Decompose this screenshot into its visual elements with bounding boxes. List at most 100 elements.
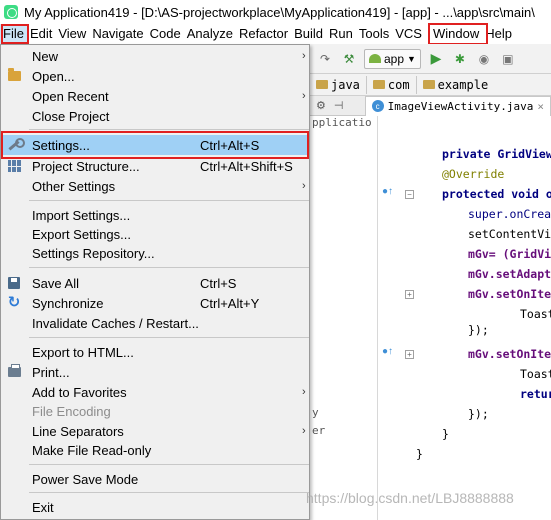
code-editor[interactable]: private GridView @Override protected voi… <box>416 116 551 520</box>
run-icon[interactable]: ▶ <box>427 50 445 68</box>
fold-icon[interactable]: + <box>405 290 414 299</box>
breadcrumb-label: example <box>437 77 489 92</box>
menu-item-new[interactable]: New › <box>1 46 309 66</box>
breadcrumb-label: java <box>331 77 360 92</box>
menu-item-save-all[interactable]: Save All Ctrl+S <box>1 273 309 293</box>
menu-item-label: Add to Favorites <box>32 384 127 400</box>
run-config-select[interactable]: app ▼ <box>364 48 421 69</box>
editor-gutter: ●↑ − + ●↑ + <box>378 116 416 520</box>
menu-item-label: Other Settings <box>32 178 116 194</box>
submenu-arrow-icon: › <box>302 425 306 437</box>
code-line: mGv.setAdapte <box>468 267 551 281</box>
profile-icon[interactable]: ◉ <box>475 50 493 68</box>
menu-item-settings-repository[interactable]: Settings Repository... <box>1 243 309 263</box>
menu-item-line-separators[interactable]: Line Separators › <box>1 421 309 441</box>
breadcrumb-example[interactable]: example <box>417 76 495 94</box>
chevron-down-icon: ▼ <box>407 53 416 64</box>
menu-item-label: Close Project <box>32 108 110 124</box>
menu-bar: File Edit View Navigate Code Analyze Ref… <box>0 24 551 44</box>
menu-item-close-project[interactable]: Close Project <box>1 106 309 126</box>
package-icon <box>372 80 385 89</box>
fold-icon[interactable]: + <box>405 350 414 359</box>
menu-file[interactable]: File <box>0 24 27 44</box>
menu-item-label: New <box>32 48 59 64</box>
menu-item-shortcut: Ctrl+Alt+S <box>200 137 260 153</box>
menu-help[interactable]: Help <box>482 24 515 44</box>
debug-icon[interactable]: ✱ <box>451 50 469 68</box>
code-line: }); <box>468 407 489 421</box>
menu-navigate[interactable]: Navigate <box>89 24 146 44</box>
title-bar: My Application419 - [D:\AS-projectworkpl… <box>0 0 551 24</box>
project-tree-item[interactable]: y <box>312 406 319 419</box>
menu-item-settings[interactable]: Settings... Ctrl+Alt+S <box>1 135 309 155</box>
menu-separator <box>29 492 309 493</box>
menu-tools[interactable]: Tools <box>356 24 392 44</box>
menu-item-label: Line Separators <box>32 423 124 439</box>
sync-icon: ↻ <box>7 294 21 311</box>
menu-separator <box>29 267 309 268</box>
submenu-arrow-icon: › <box>302 50 306 62</box>
submenu-arrow-icon: › <box>302 180 306 192</box>
editor-tab-label: ImageViewActivity.java <box>387 99 534 113</box>
menu-item-make-read-only[interactable]: Make File Read-only <box>1 440 309 460</box>
menu-item-project-structure[interactable]: Project Structure... Ctrl+Alt+Shift+S <box>1 156 309 176</box>
code-line: } <box>416 447 423 461</box>
run-config-label: app <box>384 51 405 66</box>
submenu-arrow-icon: › <box>302 386 306 398</box>
code-line: }); <box>468 323 489 337</box>
code-line: mGv.setOnItem <box>468 347 551 361</box>
redo-icon[interactable]: ↷ <box>316 50 334 68</box>
settings-gear-icon[interactable]: ⚙ <box>316 99 326 112</box>
menu-separator <box>29 129 309 130</box>
window-title: My Application419 - [D:\AS-projectworkpl… <box>24 4 535 20</box>
code-line: Toast <box>520 367 551 381</box>
breadcrumb-com[interactable]: com <box>367 75 417 94</box>
menu-vcs[interactable]: VCS <box>392 24 430 44</box>
menu-refactor[interactable]: Refactor <box>236 24 291 44</box>
menu-edit[interactable]: Edit <box>27 24 55 44</box>
menu-item-label: Settings... <box>32 137 90 153</box>
menu-separator <box>29 464 309 465</box>
hide-panel-icon[interactable]: ⊣ <box>334 99 344 112</box>
folder-icon <box>316 80 328 89</box>
menu-item-print[interactable]: Print... <box>1 362 309 382</box>
code-line: retur <box>520 387 551 401</box>
code-line: @Override <box>442 167 505 181</box>
menu-item-open[interactable]: Open... <box>1 66 309 86</box>
menu-analyze[interactable]: Analyze <box>184 24 236 44</box>
menu-item-power-save-mode[interactable]: Power Save Mode <box>1 469 309 489</box>
override-marker-icon[interactable]: ●↑ <box>382 346 393 357</box>
project-structure-icon <box>7 159 21 173</box>
menu-code[interactable]: Code <box>147 24 184 44</box>
menu-item-exit[interactable]: Exit <box>1 497 309 517</box>
menu-build[interactable]: Build <box>291 24 326 44</box>
tab-imageviewactivity[interactable]: c ImageViewActivity.java × <box>364 95 551 116</box>
menu-separator <box>29 337 309 338</box>
menu-view[interactable]: View <box>55 24 89 44</box>
breadcrumb-label: com <box>387 77 410 92</box>
menu-window[interactable]: Window <box>430 24 482 44</box>
attach-debugger-icon[interactable]: ▣ <box>499 50 517 68</box>
close-icon[interactable]: × <box>537 100 544 113</box>
menu-item-export-settings[interactable]: Export Settings... <box>1 224 309 244</box>
make-project-icon[interactable]: ⚒ <box>340 50 358 68</box>
menu-item-add-to-favorites[interactable]: Add to Favorites › <box>1 382 309 402</box>
menu-run[interactable]: Run <box>326 24 356 44</box>
code-line: mGv.setOnItem <box>468 287 551 301</box>
menu-item-invalidate-caches[interactable]: Invalidate Caches / Restart... <box>1 313 309 333</box>
code-line: Toast <box>520 307 551 321</box>
menu-item-shortcut: Ctrl+Alt+Y <box>200 295 260 311</box>
menu-item-other-settings[interactable]: Other Settings › <box>1 176 309 196</box>
project-tree-item[interactable]: er <box>312 424 325 437</box>
menu-item-synchronize[interactable]: ↻ Synchronize Ctrl+Alt+Y <box>1 293 309 313</box>
menu-item-label: Invalidate Caches / Restart... <box>32 315 199 331</box>
menu-item-label: Open Recent <box>32 88 109 104</box>
fold-icon[interactable]: − <box>405 190 414 199</box>
menu-item-import-settings[interactable]: Import Settings... <box>1 205 309 225</box>
menu-item-open-recent[interactable]: Open Recent › <box>1 86 309 106</box>
breadcrumb-java[interactable]: java <box>310 75 367 94</box>
project-tree-item[interactable]: pplicatio <box>312 116 372 129</box>
menu-item-export-html[interactable]: Export to HTML... <box>1 342 309 362</box>
code-line: setContentVie <box>468 227 551 241</box>
override-marker-icon[interactable]: ●↑ <box>382 186 393 197</box>
